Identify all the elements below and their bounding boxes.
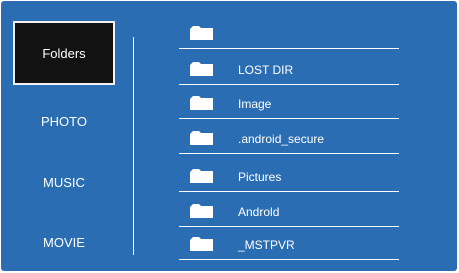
folder-icon xyxy=(190,237,213,251)
category-photo[interactable]: PHOTO xyxy=(13,106,115,136)
folder-item[interactable]: Pictures xyxy=(179,158,399,192)
folder-name: .android_secure xyxy=(238,132,325,146)
category-movie-label: MOVIE xyxy=(43,234,85,250)
row-separator xyxy=(179,118,399,119)
folder-item[interactable]: LOST DIR xyxy=(179,51,399,85)
media-browser-screen: Folders PHOTO MUSIC MOVIE LOST DIR Image xyxy=(1,1,457,271)
divider xyxy=(133,37,134,255)
folder-name: LOST DIR xyxy=(238,63,294,77)
folder-icon xyxy=(190,62,213,76)
row-separator xyxy=(179,259,399,260)
row-separator xyxy=(179,48,399,49)
folder-name: Pictures xyxy=(238,170,282,184)
folder-icon xyxy=(190,96,213,110)
category-movie[interactable]: MOVIE xyxy=(13,227,115,257)
category-folders-label: Folders xyxy=(42,45,86,61)
folder-icon xyxy=(190,169,213,183)
category-music-label: MUSIC xyxy=(43,174,85,190)
category-photo-label: PHOTO xyxy=(41,113,87,129)
folder-icon xyxy=(190,26,213,40)
folder-item[interactable] xyxy=(179,15,399,49)
row-separator xyxy=(179,191,399,192)
folder-icon xyxy=(190,204,213,218)
folder-icon xyxy=(190,131,213,145)
row-separator xyxy=(179,153,399,154)
folder-name: Image xyxy=(238,97,272,111)
folder-item[interactable]: _MSTPVR xyxy=(179,226,399,260)
folder-item[interactable]: Androld xyxy=(179,193,399,227)
folder-item[interactable]: Image xyxy=(179,85,399,119)
category-folders[interactable]: Folders xyxy=(13,21,115,85)
folder-name: Androld xyxy=(238,205,280,219)
category-music[interactable]: MUSIC xyxy=(13,167,115,197)
folder-name: _MSTPVR xyxy=(238,238,295,252)
folder-item[interactable]: .android_secure xyxy=(179,120,399,154)
